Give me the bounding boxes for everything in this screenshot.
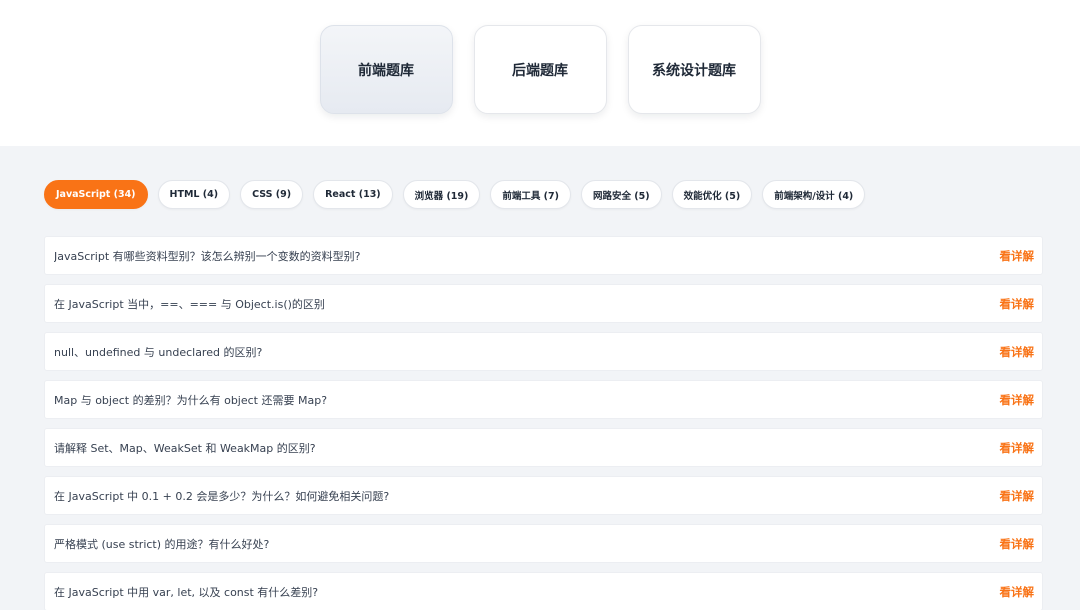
question-text: 在 JavaScript 中 0.1 + 0.2 会是多少？为什么？如何避免相关… bbox=[54, 489, 390, 503]
question-row[interactable]: Map 与 object 的差别？为什么有 object 还需要 Map? 看详… bbox=[44, 380, 1043, 419]
question-text: JavaScript 有哪些资料型别？该怎么辨别一个变数的资料型别? bbox=[54, 249, 361, 263]
question-text: 在 JavaScript 当中，==、=== 与 Object.is()的区别 bbox=[54, 297, 325, 311]
question-text: 严格模式 (use strict) 的用途？有什么好处? bbox=[54, 537, 270, 551]
view-detail-link[interactable]: 看详解 bbox=[1000, 248, 1035, 264]
question-row[interactable]: 在 JavaScript 中 0.1 + 0.2 会是多少？为什么？如何避免相关… bbox=[44, 476, 1043, 515]
question-row[interactable]: 在 JavaScript 中用 var, let, 以及 const 有什么差别… bbox=[44, 572, 1043, 610]
tag-browser[interactable]: 浏览器 (19) bbox=[402, 180, 481, 209]
tag-frontend-tools[interactable]: 前端工具 (7) bbox=[490, 180, 571, 209]
topic-tag-bar: JavaScript (34) HTML (4) CSS (9) React (… bbox=[44, 180, 866, 209]
tag-javascript[interactable]: JavaScript (34) bbox=[44, 180, 148, 209]
view-detail-link[interactable]: 看详解 bbox=[1000, 440, 1035, 456]
view-detail-link[interactable]: 看详解 bbox=[1000, 392, 1035, 408]
question-text: 请解释 Set、Map、WeakSet 和 WeakMap 的区别? bbox=[54, 441, 316, 455]
category-selector: 前端题库 后端题库 系统设计题库 bbox=[0, 0, 1080, 146]
tag-network-security[interactable]: 网路安全 (5) bbox=[580, 180, 662, 209]
question-row[interactable]: 在 JavaScript 当中，==、=== 与 Object.is()的区别 … bbox=[44, 284, 1043, 323]
category-system-design-card[interactable]: 系统设计题库 bbox=[627, 25, 761, 114]
tag-frontend-architecture[interactable]: 前端架构/设计 (4) bbox=[762, 180, 866, 209]
question-list: JavaScript 有哪些资料型别？该怎么辨别一个变数的资料型别? 看详解 在… bbox=[44, 236, 1043, 610]
question-text: null、undefined 与 undeclared 的区别? bbox=[54, 345, 263, 359]
tag-react[interactable]: React (13) bbox=[313, 180, 393, 209]
category-backend-card[interactable]: 后端题库 bbox=[473, 25, 607, 114]
tag-css[interactable]: CSS (9) bbox=[240, 180, 304, 209]
question-row[interactable]: null、undefined 与 undeclared 的区别? 看详解 bbox=[44, 332, 1043, 371]
question-bank-panel: JavaScript (34) HTML (4) CSS (9) React (… bbox=[0, 146, 1080, 610]
view-detail-link[interactable]: 看详解 bbox=[1000, 584, 1035, 600]
question-row[interactable]: JavaScript 有哪些资料型别？该怎么辨别一个变数的资料型别? 看详解 bbox=[44, 236, 1043, 275]
view-detail-link[interactable]: 看详解 bbox=[1000, 344, 1035, 360]
view-detail-link[interactable]: 看详解 bbox=[1000, 488, 1035, 504]
tag-html[interactable]: HTML (4) bbox=[157, 180, 231, 209]
question-text: 在 JavaScript 中用 var, let, 以及 const 有什么差别… bbox=[54, 585, 319, 599]
question-row[interactable]: 严格模式 (use strict) 的用途？有什么好处? 看详解 bbox=[44, 524, 1043, 563]
view-detail-link[interactable]: 看详解 bbox=[1000, 536, 1035, 552]
view-detail-link[interactable]: 看详解 bbox=[1000, 296, 1035, 312]
question-row[interactable]: 请解释 Set、Map、WeakSet 和 WeakMap 的区别? 看详解 bbox=[44, 428, 1043, 467]
category-frontend-card[interactable]: 前端题库 bbox=[319, 25, 453, 114]
tag-performance[interactable]: 效能优化 (5) bbox=[671, 180, 753, 209]
question-text: Map 与 object 的差别？为什么有 object 还需要 Map? bbox=[54, 393, 328, 407]
